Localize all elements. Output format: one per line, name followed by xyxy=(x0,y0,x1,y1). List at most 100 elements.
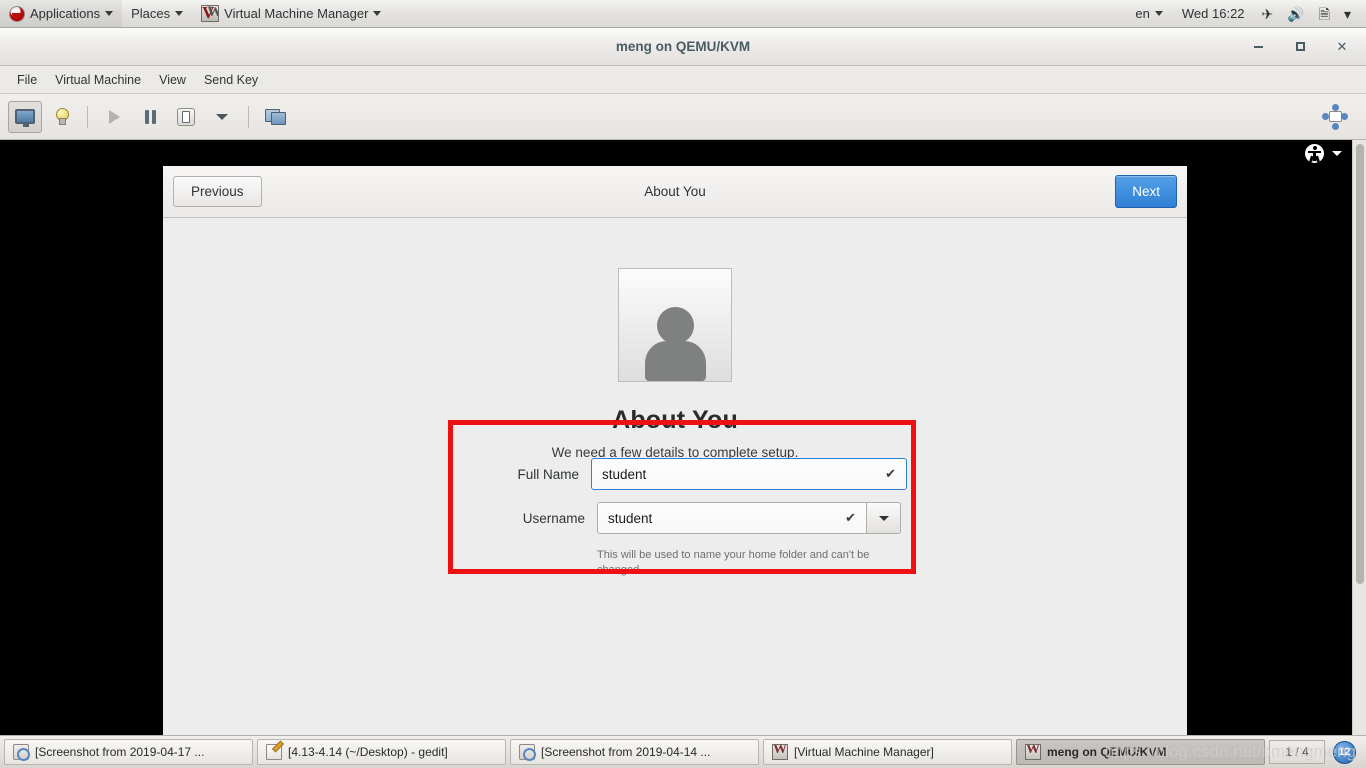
guest-top-strip xyxy=(0,140,1352,166)
taskbar-item-screenshot-0414[interactable]: [Screenshot from 2019-04-14 ... xyxy=(510,739,759,765)
menu-send-key[interactable]: Send Key xyxy=(195,69,267,91)
places-menu[interactable]: Places xyxy=(122,0,192,27)
volume-icon[interactable]: 🔊 xyxy=(1280,7,1311,21)
username-value: student xyxy=(608,510,653,526)
gnome-top-panel: Applications Places Virtual Machine Mana… xyxy=(0,0,1366,28)
page-title: About You xyxy=(644,184,706,199)
snapshots-icon xyxy=(265,108,286,125)
installer-body: About You We need a few details to compl… xyxy=(163,218,1187,735)
gnome-initial-setup-window: Previous About You Next About You We nee… xyxy=(163,166,1187,735)
menubar: File Virtual Machine View Send Key xyxy=(0,66,1366,94)
taskbar-item-virtual-machine-manager[interactable]: [Virtual Machine Manager] xyxy=(763,739,1012,765)
shutdown-options-button[interactable] xyxy=(205,101,239,133)
username-helper-text: This will be used to name your home fold… xyxy=(597,549,870,576)
run-button[interactable] xyxy=(97,101,131,133)
avatar-figure xyxy=(639,301,711,381)
full-name-value: student xyxy=(602,466,647,482)
system-menu-chevron-down-icon[interactable]: ▾ xyxy=(1337,7,1358,21)
chevron-down-icon xyxy=(216,113,228,120)
maximize-button[interactable] xyxy=(1292,39,1308,55)
taskbar-item-label: [Virtual Machine Manager] xyxy=(794,745,934,759)
keyboard-layout-indicator[interactable]: en xyxy=(1126,0,1171,27)
taskbar-item-meng-qemu-kvm[interactable]: meng on QEMU/KVM xyxy=(1016,739,1265,765)
menu-virtual-machine[interactable]: Virtual Machine xyxy=(46,69,150,91)
shutdown-icon xyxy=(177,107,195,126)
minimize-button[interactable] xyxy=(1250,39,1266,55)
shutdown-button[interactable] xyxy=(169,101,203,133)
show-console-button[interactable] xyxy=(8,100,42,133)
guest-scrollbar[interactable] xyxy=(1352,140,1366,735)
chevron-down-icon xyxy=(1154,11,1163,16)
avatar-body xyxy=(645,341,706,381)
username-dropdown-button[interactable] xyxy=(867,502,901,534)
window-title: meng on QEMU/KVM xyxy=(615,39,751,54)
workspace-badge[interactable]: 12 xyxy=(1333,740,1356,764)
username-label: Username xyxy=(522,510,585,526)
chevron-down-icon xyxy=(373,11,382,16)
snapshots-button[interactable] xyxy=(258,101,292,133)
page-heading: About You xyxy=(612,406,738,434)
vmm-icon xyxy=(772,744,788,760)
screenshot-icon xyxy=(519,744,536,761)
battery-icon[interactable]: 🗎 xyxy=(1312,7,1337,21)
chevron-down-icon xyxy=(105,11,114,16)
full-name-input[interactable]: student ✔ xyxy=(591,458,907,490)
active-app-label: Virtual Machine Manager xyxy=(224,6,369,21)
user-avatar-icon[interactable] xyxy=(618,268,732,382)
close-button[interactable]: ✕ xyxy=(1334,39,1350,55)
top-panel-menus: Applications Places Virtual Machine Mana… xyxy=(0,0,390,27)
taskbar-item-label: [Screenshot from 2019-04-14 ... xyxy=(541,745,711,759)
toolbar-separator xyxy=(248,105,249,128)
window-controls: ✕ xyxy=(1250,39,1366,55)
taskbar-item-screenshot-0417[interactable]: [Screenshot from 2019-04-17 ... xyxy=(4,739,253,765)
full-name-row: Full Name student ✔ xyxy=(443,458,907,490)
chevron-down-icon[interactable] xyxy=(1332,150,1342,156)
gedit-icon xyxy=(266,744,282,760)
workspace-switcher[interactable]: 1 / 4 12 xyxy=(1269,740,1362,764)
taskbar-item-label: [Screenshot from 2019-04-17 ... xyxy=(35,745,205,759)
applications-menu-label: Applications xyxy=(30,6,101,21)
username-helper-row: This will be used to name your home fold… xyxy=(163,546,1187,578)
vmm-app-icon xyxy=(201,5,220,22)
applications-menu[interactable]: Applications xyxy=(0,0,123,27)
clock[interactable]: Wed 16:22 xyxy=(1172,6,1255,21)
installer-header: Previous About You Next xyxy=(163,166,1187,218)
vmm-icon xyxy=(1025,744,1041,760)
guest-scrollbar-thumb[interactable] xyxy=(1356,144,1364,584)
window-titlebar: meng on QEMU/KVM ✕ xyxy=(0,28,1366,66)
guest-display[interactable]: Previous About You Next About You We nee… xyxy=(0,140,1366,735)
screenshot-icon xyxy=(13,744,30,761)
menu-file[interactable]: File xyxy=(8,69,46,91)
menu-view[interactable]: View xyxy=(150,69,195,91)
toolbar xyxy=(0,94,1366,140)
pause-button[interactable] xyxy=(133,101,167,133)
virtual-machine-manager-window: meng on QEMU/KVM ✕ File Virtual Machine … xyxy=(0,28,1366,735)
active-app-menu[interactable]: Virtual Machine Manager xyxy=(192,0,390,27)
monitor-icon xyxy=(15,109,35,127)
taskbar-item-label: [4.13-4.14 (~/Desktop) - gedit] xyxy=(288,745,448,759)
taskbar-item-label: meng on QEMU/KVM xyxy=(1047,745,1167,759)
toolbar-right-group xyxy=(1318,101,1358,133)
chevron-down-icon xyxy=(175,11,184,16)
chevron-down-icon xyxy=(878,515,889,521)
taskbar-item-gedit[interactable]: [4.13-4.14 (~/Desktop) - gedit] xyxy=(257,739,506,765)
username-row: Username student ✔ xyxy=(449,502,901,534)
resize-to-vm-button[interactable] xyxy=(1318,101,1352,133)
keyboard-layout-label: en xyxy=(1135,6,1150,21)
toolbar-separator xyxy=(87,105,88,128)
airplane-mode-icon[interactable]: ✈ xyxy=(1255,7,1281,21)
top-panel-status-area: en Wed 16:22 ✈ 🔊 🗎 ▾ xyxy=(1126,0,1366,27)
lightbulb-icon xyxy=(55,108,69,125)
about-you-form: Full Name student ✔ Username student ✔ T… xyxy=(163,458,1187,578)
accessibility-icon[interactable] xyxy=(1305,143,1324,163)
username-input[interactable]: student ✔ xyxy=(597,502,867,534)
places-menu-label: Places xyxy=(131,6,171,21)
window-list-taskbar: [Screenshot from 2019-04-17 ... [4.13-4.… xyxy=(0,735,1366,768)
workspace-label[interactable]: 1 / 4 xyxy=(1269,740,1325,764)
play-icon xyxy=(108,109,120,124)
check-icon: ✔ xyxy=(885,466,896,481)
full-name-label: Full Name xyxy=(517,466,579,482)
avatar-head xyxy=(657,307,694,344)
redhat-logo-icon xyxy=(9,5,25,22)
show-details-button[interactable] xyxy=(44,101,78,133)
